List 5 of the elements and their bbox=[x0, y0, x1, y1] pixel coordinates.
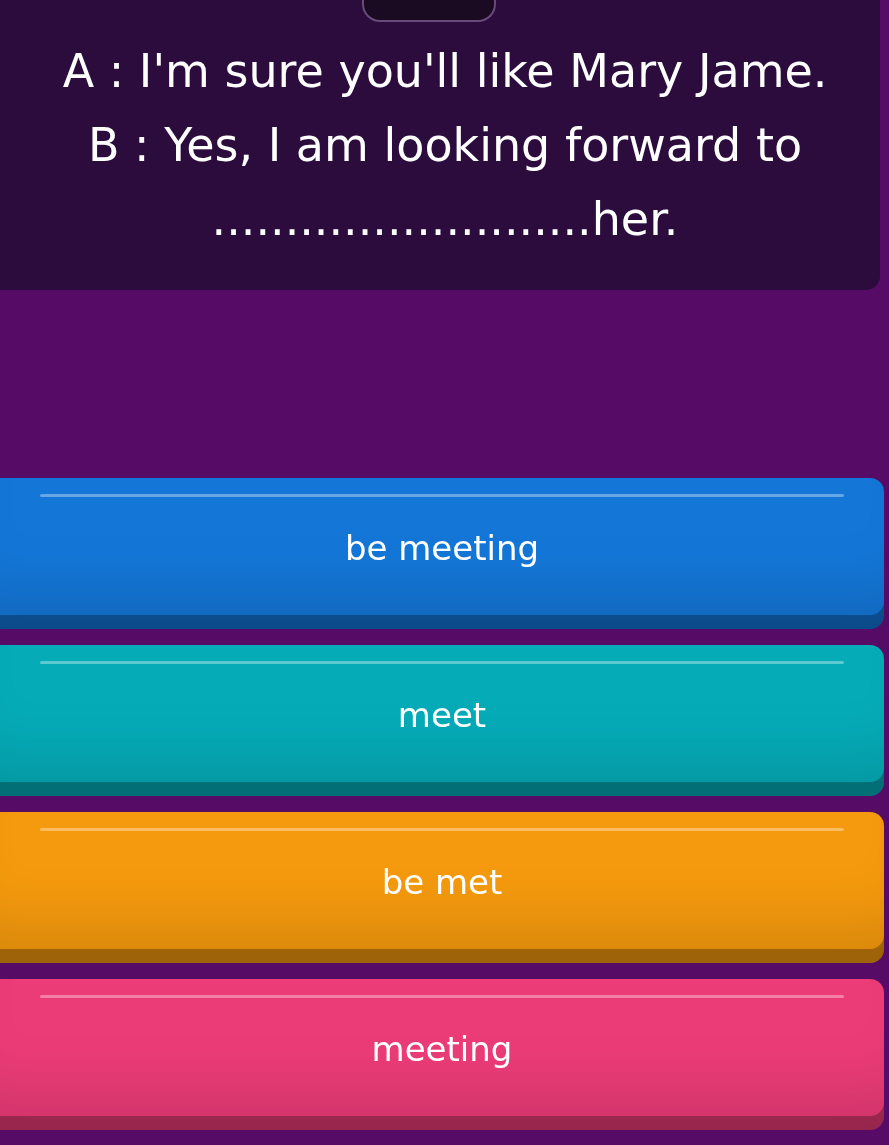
answer-button[interactable]: be meeting bbox=[0, 478, 884, 629]
question-text: A : I'm sure you'll like Mary Jame. B : Yes, I am looking forward to ..........................her. bbox=[61, 43, 829, 248]
answer-button[interactable]: be met bbox=[0, 812, 884, 963]
answer-button[interactable]: meeting bbox=[0, 979, 884, 1130]
answer-button[interactable]: meet bbox=[0, 645, 884, 796]
